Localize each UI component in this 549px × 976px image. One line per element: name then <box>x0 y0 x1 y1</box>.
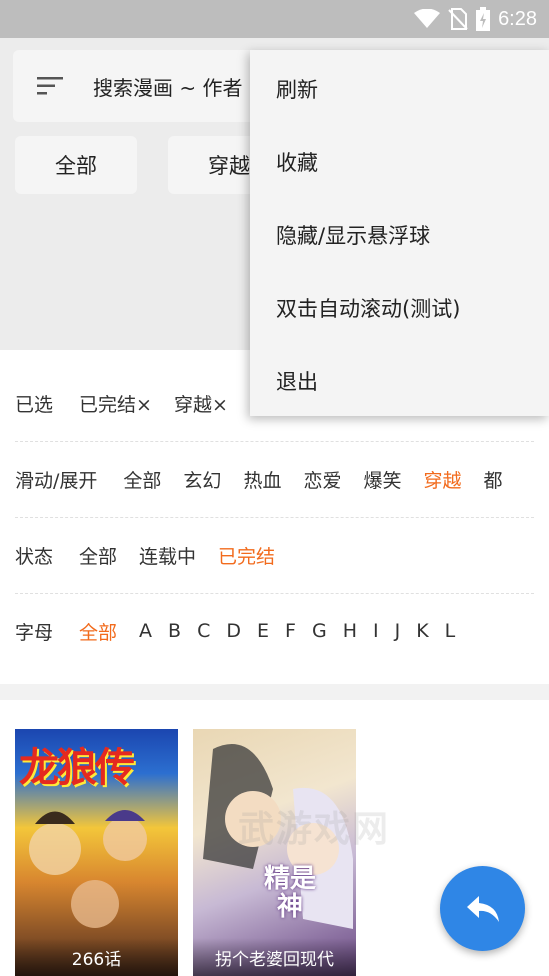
sort-menu-icon[interactable] <box>37 76 63 96</box>
overflow-menu: 刷新 收藏 隐藏/显示悬浮球 双击自动滚动(测试) 退出 <box>250 50 549 416</box>
genre-option[interactable]: 全部 <box>123 466 161 493</box>
battery-charging-icon <box>476 7 491 31</box>
genre-label[interactable]: 滑动/展开 <box>15 466 97 493</box>
letter-option[interactable]: L <box>445 620 456 642</box>
section-divider <box>0 684 549 700</box>
comic-caption: 拐个老婆回现代 <box>193 938 356 976</box>
genre-option-active[interactable]: 穿越 <box>423 466 461 493</box>
letter-option[interactable]: J <box>395 620 401 642</box>
status-label: 状态 <box>15 545 54 568</box>
genre-option[interactable]: 都 <box>484 466 503 493</box>
status-time: 6:28 <box>498 7 537 30</box>
menu-item-favorite[interactable]: 收藏 <box>276 147 318 177</box>
letter-option[interactable]: F <box>285 620 296 642</box>
no-sim-icon <box>448 8 468 30</box>
letter-option[interactable]: H <box>343 620 357 642</box>
status-bar: 6:28 <box>0 0 549 38</box>
letter-option[interactable]: I <box>373 620 379 642</box>
comic-card[interactable]: 精是神 拐个老婆回现代 <box>193 729 356 976</box>
selected-label: 已选 <box>15 393 54 416</box>
genre-filter-row: 滑动/展开 全部 玄幻 热血 恋爱 爆笑 穿越 都 <box>15 441 534 518</box>
genre-option[interactable]: 爆笑 <box>363 466 401 493</box>
comic-caption: 266话 <box>15 938 178 976</box>
status-filter-row: 状态 全部 连载中 已完结 <box>15 517 534 594</box>
genre-option[interactable]: 恋爱 <box>303 466 341 493</box>
chip-all[interactable]: 全部 <box>15 136 137 194</box>
comic-card[interactable]: 龙狼传 266话 <box>15 729 178 976</box>
letter-option[interactable]: K <box>416 620 428 642</box>
selected-tag-completed[interactable]: 已完结× <box>79 390 152 417</box>
status-icons: 6:28 <box>414 6 537 32</box>
letter-filter-row: 字母 全部 A B C D E F G H I J K L <box>15 593 534 669</box>
genre-option[interactable]: 玄幻 <box>183 466 221 493</box>
status-option-active[interactable]: 已完结 <box>218 542 275 569</box>
back-fab-button[interactable] <box>440 866 525 951</box>
letter-option[interactable]: E <box>257 620 269 642</box>
menu-item-toggle-float-ball[interactable]: 隐藏/显示悬浮球 <box>276 220 430 250</box>
wifi-icon <box>414 9 441 28</box>
menu-item-refresh[interactable]: 刷新 <box>276 74 318 104</box>
comic-cover-title: 精是神 <box>263 864 316 922</box>
search-input[interactable]: 搜索漫画 ~ 作者 <box>93 72 242 101</box>
menu-item-auto-scroll[interactable]: 双击自动滚动(测试) <box>276 293 460 323</box>
letter-option[interactable]: C <box>197 620 210 642</box>
letter-option[interactable]: G <box>312 620 327 642</box>
watermark: 武游戏网 <box>238 809 391 850</box>
menu-item-exit[interactable]: 退出 <box>276 366 318 396</box>
letter-option-active[interactable]: 全部 <box>79 618 117 645</box>
letter-option[interactable]: A <box>139 620 152 642</box>
letter-option[interactable]: B <box>168 620 181 642</box>
status-option[interactable]: 连载中 <box>139 542 196 569</box>
reply-icon <box>466 895 499 922</box>
status-option[interactable]: 全部 <box>79 542 117 569</box>
genre-option[interactable]: 热血 <box>243 466 281 493</box>
letter-option[interactable]: D <box>226 620 241 642</box>
selected-tag-time-travel[interactable]: 穿越× <box>174 390 228 417</box>
letter-label: 字母 <box>15 621 54 644</box>
